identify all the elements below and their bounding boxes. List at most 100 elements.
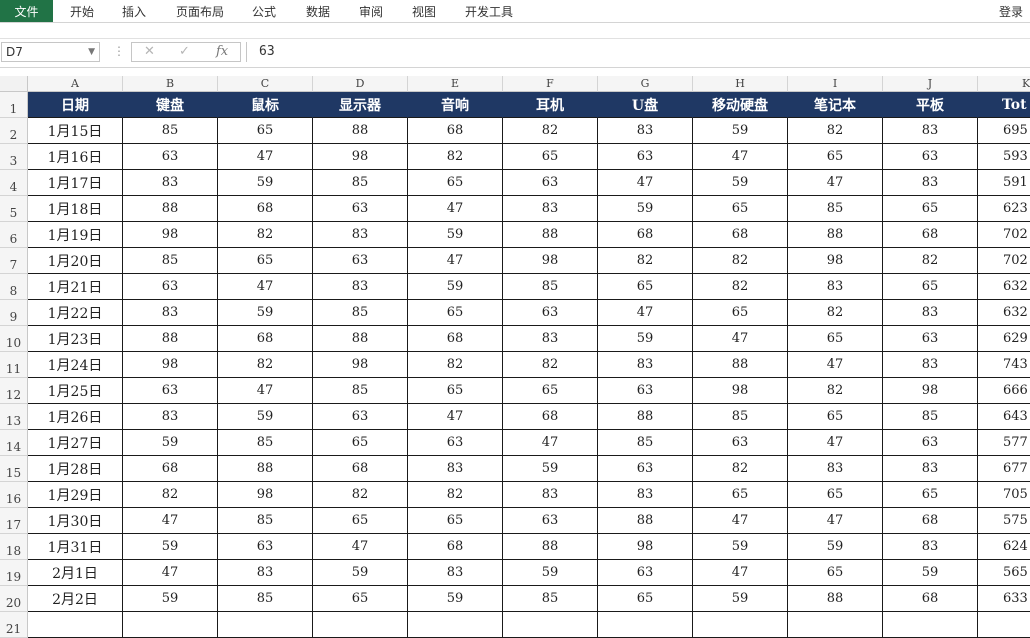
table-cell[interactable]: 59 — [503, 456, 598, 482]
date-cell[interactable]: 1月24日 — [28, 352, 123, 378]
date-cell[interactable]: 1月21日 — [28, 274, 123, 300]
table-cell[interactable]: 85 — [788, 196, 883, 222]
table-cell[interactable]: 63 — [598, 144, 693, 170]
table-cell[interactable]: 633 — [978, 586, 1030, 612]
table-cell[interactable]: 593 — [978, 144, 1030, 170]
table-cell[interactable]: 624 — [978, 534, 1030, 560]
table-cell[interactable]: 63 — [883, 326, 978, 352]
row-header[interactable]: 9 — [0, 300, 28, 326]
table-cell[interactable]: 59 — [408, 586, 503, 612]
table-cell[interactable]: 68 — [598, 222, 693, 248]
header-cell[interactable]: 键盘 — [123, 92, 218, 118]
header-cell[interactable]: 移动硬盘 — [693, 92, 788, 118]
row-header[interactable]: 5 — [0, 196, 28, 222]
tab-data[interactable]: 数据 — [306, 0, 330, 22]
table-cell[interactable]: 98 — [123, 352, 218, 378]
table-cell[interactable]: 85 — [693, 404, 788, 430]
table-cell[interactable]: 83 — [408, 456, 503, 482]
table-cell[interactable]: 63 — [313, 248, 408, 274]
header-cell[interactable]: Tot — [978, 92, 1030, 118]
table-cell[interactable]: 68 — [218, 196, 313, 222]
row-header[interactable]: 20 — [0, 586, 28, 612]
table-cell[interactable]: 63 — [598, 560, 693, 586]
table-cell[interactable]: 577 — [978, 430, 1030, 456]
table-cell[interactable]: 47 — [598, 300, 693, 326]
table-cell[interactable]: 65 — [408, 170, 503, 196]
row-header[interactable]: 7 — [0, 248, 28, 274]
table-cell[interactable]: 47 — [788, 508, 883, 534]
table-cell[interactable]: 65 — [788, 144, 883, 170]
table-cell[interactable]: 68 — [408, 534, 503, 560]
table-cell[interactable]: 677 — [978, 456, 1030, 482]
row-header[interactable]: 2 — [0, 118, 28, 144]
date-cell[interactable]: 1月18日 — [28, 196, 123, 222]
table-cell[interactable]: 98 — [218, 482, 313, 508]
table-cell[interactable]: 68 — [883, 222, 978, 248]
table-cell[interactable] — [978, 612, 1030, 638]
table-cell[interactable]: 82 — [598, 248, 693, 274]
table-cell[interactable]: 63 — [693, 430, 788, 456]
column-header-e[interactable]: E — [408, 76, 503, 92]
table-cell[interactable]: 83 — [883, 118, 978, 144]
table-cell[interactable]: 88 — [123, 326, 218, 352]
tab-file[interactable]: 文件 — [0, 0, 53, 22]
table-cell[interactable]: 59 — [693, 586, 788, 612]
row-header[interactable]: 4 — [0, 170, 28, 196]
table-cell[interactable]: 65 — [693, 196, 788, 222]
table-cell[interactable] — [693, 612, 788, 638]
table-cell[interactable]: 82 — [503, 118, 598, 144]
table-cell[interactable]: 68 — [218, 326, 313, 352]
table-cell[interactable]: 666 — [978, 378, 1030, 404]
insert-function-icon[interactable]: fx — [216, 44, 228, 59]
table-cell[interactable]: 85 — [218, 508, 313, 534]
table-cell[interactable] — [788, 612, 883, 638]
table-cell[interactable]: 83 — [503, 196, 598, 222]
table-cell[interactable]: 65 — [598, 586, 693, 612]
table-cell[interactable]: 65 — [218, 248, 313, 274]
table-cell[interactable]: 65 — [788, 404, 883, 430]
table-cell[interactable]: 702 — [978, 248, 1030, 274]
table-cell[interactable]: 98 — [123, 222, 218, 248]
header-cell[interactable]: 平板 — [883, 92, 978, 118]
tab-page-layout[interactable]: 页面布局 — [176, 0, 224, 22]
row-header[interactable]: 13 — [0, 404, 28, 430]
table-cell[interactable]: 88 — [598, 508, 693, 534]
table-cell[interactable]: 88 — [693, 352, 788, 378]
tab-developer[interactable]: 开发工具 — [465, 0, 513, 22]
table-cell[interactable]: 88 — [788, 222, 883, 248]
table-cell[interactable]: 63 — [503, 508, 598, 534]
table-cell[interactable]: 59 — [218, 300, 313, 326]
table-cell[interactable]: 83 — [598, 118, 693, 144]
table-cell[interactable]: 88 — [313, 326, 408, 352]
table-cell[interactable]: 47 — [693, 144, 788, 170]
table-cell[interactable]: 83 — [883, 300, 978, 326]
table-cell[interactable]: 65 — [598, 274, 693, 300]
date-cell[interactable]: 2月1日 — [28, 560, 123, 586]
tab-formulas[interactable]: 公式 — [252, 0, 276, 22]
table-cell[interactable]: 83 — [788, 274, 883, 300]
table-cell[interactable]: 47 — [218, 144, 313, 170]
table-cell[interactable]: 68 — [408, 118, 503, 144]
row-header[interactable]: 18 — [0, 534, 28, 560]
table-cell[interactable]: 47 — [408, 404, 503, 430]
table-cell[interactable]: 83 — [123, 170, 218, 196]
table-cell[interactable]: 98 — [598, 534, 693, 560]
table-cell[interactable]: 83 — [598, 482, 693, 508]
tab-insert[interactable]: 插入 — [122, 0, 146, 22]
header-cell[interactable]: 鼠标 — [218, 92, 313, 118]
table-cell[interactable]: 65 — [883, 482, 978, 508]
table-cell[interactable]: 47 — [788, 430, 883, 456]
table-cell[interactable]: 743 — [978, 352, 1030, 378]
table-cell[interactable]: 83 — [503, 326, 598, 352]
table-cell[interactable]: 82 — [693, 248, 788, 274]
table-cell[interactable]: 98 — [883, 378, 978, 404]
table-cell[interactable]: 83 — [123, 404, 218, 430]
table-cell[interactable]: 65 — [788, 482, 883, 508]
header-cell[interactable]: 显示器 — [313, 92, 408, 118]
table-cell[interactable]: 85 — [598, 430, 693, 456]
table-cell[interactable]: 47 — [408, 196, 503, 222]
cancel-icon[interactable]: ✕ — [144, 44, 155, 59]
table-cell[interactable]: 59 — [313, 560, 408, 586]
table-cell[interactable]: 98 — [788, 248, 883, 274]
date-cell[interactable]: 1月16日 — [28, 144, 123, 170]
